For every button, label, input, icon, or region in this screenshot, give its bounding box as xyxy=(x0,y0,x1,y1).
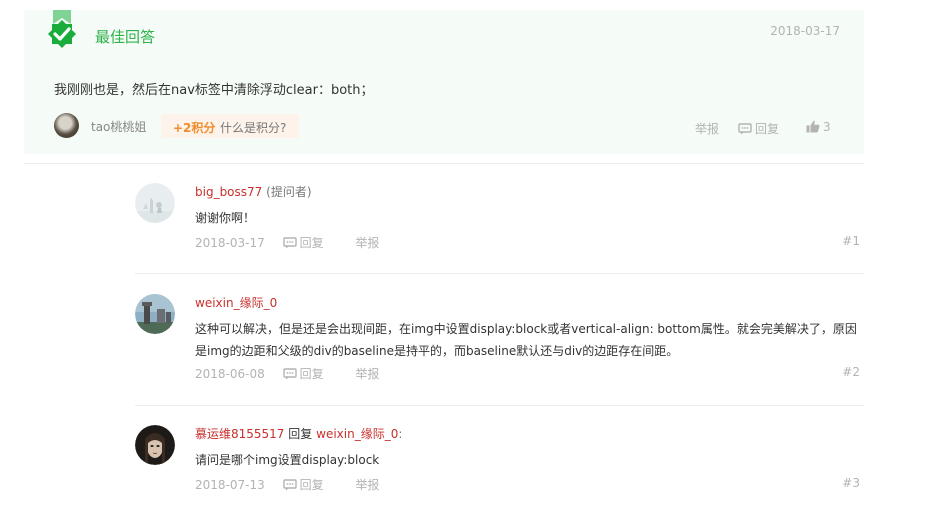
avatar[interactable] xyxy=(135,294,175,334)
divider xyxy=(135,273,864,274)
reply-text: 谢谢你啊！ xyxy=(195,211,256,225)
reply-username[interactable]: weixin_缘际_0 xyxy=(195,296,277,310)
best-answer-title: 最佳回答 xyxy=(95,28,156,46)
best-answer-badge-icon xyxy=(48,10,76,48)
reply-username-line: weixin_缘际_0 xyxy=(195,294,277,311)
divider xyxy=(135,405,864,406)
reply-button[interactable]: 回复 xyxy=(282,367,338,381)
reply-button[interactable]: 回复 xyxy=(282,236,338,250)
thumbs-up-icon xyxy=(806,120,820,133)
avatar[interactable] xyxy=(54,113,79,138)
reply-username[interactable]: big_boss77 xyxy=(195,185,262,199)
like-count: 3 xyxy=(823,120,831,134)
reply-meta: 2018-03-17 回复 举报 xyxy=(195,234,393,251)
best-answer-card: 最佳回答 2018-03-17 我刚刚也是，然后在nav标签中清除浮动clear… xyxy=(24,10,864,154)
report-link[interactable]: 举报 xyxy=(695,120,719,137)
floor-number: #3 xyxy=(842,476,860,490)
reply-label: 回复 xyxy=(755,122,780,136)
reply-username-line: 慕运维8155517 回复 weixin_缘际_0: xyxy=(195,425,402,442)
like-button[interactable]: 3 xyxy=(806,120,831,134)
reply-date: 2018-07-13 xyxy=(195,478,265,492)
reply-meta: 2018-07-13 回复 举报 xyxy=(195,476,393,493)
reply-button[interactable]: 回复 xyxy=(738,120,779,137)
report-link[interactable]: 举报 xyxy=(355,367,379,381)
best-answer-date: 2018-03-17 xyxy=(770,24,840,38)
divider xyxy=(24,163,864,164)
reply-text: 请问是哪个img设置display:block xyxy=(195,453,380,467)
reply-to-username[interactable]: weixin_缘际_0 xyxy=(316,427,398,441)
avatar[interactable] xyxy=(135,183,175,223)
list-item: 慕运维8155517 回复 weixin_缘际_0: 请问是哪个img设置dis… xyxy=(135,425,864,505)
reply-text: 这种可以解决，但是还是会出现间距，在img中设置display:block或者v… xyxy=(195,322,857,358)
list-item: weixin_缘际_0 这种可以解决，但是还是会出现间距，在img中设置disp… xyxy=(135,294,864,406)
report-link[interactable]: 举报 xyxy=(355,478,379,492)
points-help-link[interactable]: 什么是积分? xyxy=(220,119,286,136)
floor-number: #2 xyxy=(842,365,860,379)
best-answer-content: 我刚刚也是，然后在nav标签中清除浮动clear：both； xyxy=(54,83,374,98)
reply-to-label: 回复 xyxy=(288,427,313,441)
avatar[interactable] xyxy=(135,425,175,465)
asker-tag: (提问者) xyxy=(266,185,312,199)
reply-date: 2018-03-17 xyxy=(195,236,265,250)
reply-username[interactable]: 慕运维8155517 xyxy=(195,427,284,441)
points-box: +2积分 什么是积分? xyxy=(161,114,299,138)
floor-number: #1 xyxy=(842,234,860,248)
colon: : xyxy=(398,427,403,441)
reply-label: 回复 xyxy=(299,236,324,250)
reply-label: 回复 xyxy=(299,478,324,492)
reply-date: 2018-06-08 xyxy=(195,367,265,381)
points-value: +2积分 xyxy=(173,121,216,135)
reply-button[interactable]: 回复 xyxy=(282,478,338,492)
comment-icon xyxy=(282,479,297,491)
comment-icon xyxy=(282,237,297,249)
comment-icon xyxy=(282,368,297,380)
comment-icon xyxy=(738,123,752,135)
reply-username-line: big_boss77 (提问者) xyxy=(195,183,312,200)
author-name[interactable]: tao桃桃姐 xyxy=(91,118,146,135)
reply-label: 回复 xyxy=(299,367,324,381)
reply-meta: 2018-06-08 回复 举报 xyxy=(195,365,393,382)
list-item: big_boss77 (提问者) 谢谢你啊！ 2018-03-17 回复 举报 … xyxy=(135,183,864,275)
report-link[interactable]: 举报 xyxy=(355,236,379,250)
